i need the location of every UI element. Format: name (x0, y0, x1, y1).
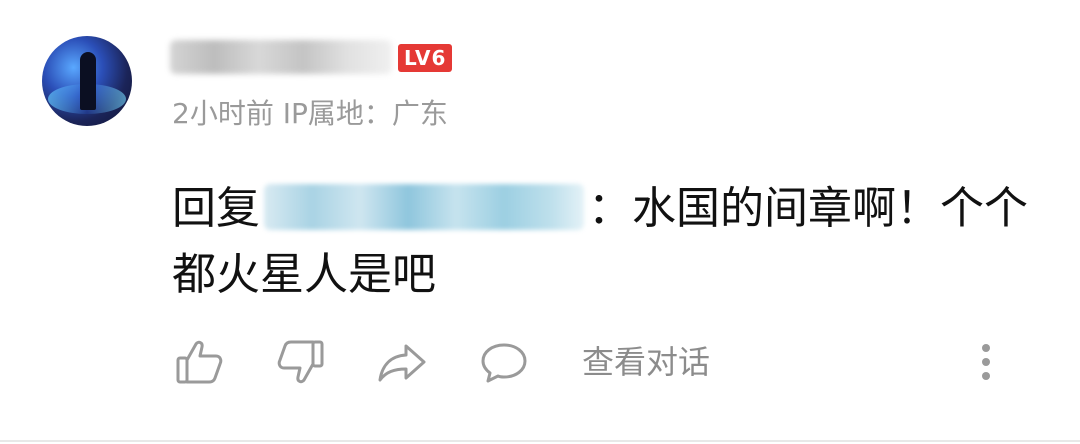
action-bar: 查看对话 (0, 330, 1080, 394)
reply-prefix: 回复 (172, 183, 260, 234)
more-vertical-icon[interactable] (968, 336, 1004, 388)
avatar[interactable] (42, 36, 132, 126)
speech-bubble-icon[interactable] (478, 336, 530, 388)
time-ago: 2小时前 (172, 97, 274, 130)
level-badge: LV6 (398, 44, 453, 72)
username-redacted[interactable] (170, 40, 392, 74)
avatar-figure (80, 52, 96, 110)
thumbs-up-icon[interactable] (174, 336, 226, 388)
reply-target-redacted[interactable] (264, 184, 584, 230)
comment-meta: 2小时前 IP属地：广东 (172, 94, 448, 134)
share-arrow-icon[interactable] (376, 336, 428, 388)
view-dialog-link[interactable]: 查看对话 (582, 338, 710, 386)
comment-text: 回复 ：水国的间章啊！个个都火星人是吧 (172, 176, 1052, 308)
thumbs-down-icon[interactable] (274, 336, 326, 388)
divider (0, 440, 1080, 442)
ip-location: IP属地：广东 (282, 97, 448, 130)
